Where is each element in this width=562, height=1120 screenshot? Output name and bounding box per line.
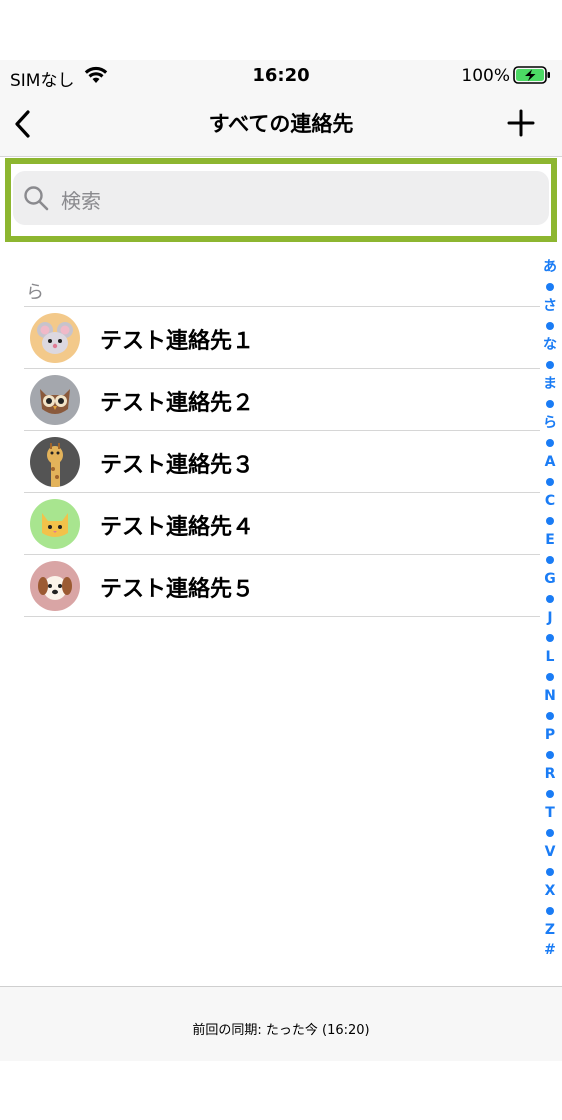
- index-letter[interactable]: G: [538, 570, 562, 590]
- giraffe-icon: [30, 437, 80, 487]
- back-button[interactable]: [10, 106, 38, 142]
- dot-icon: [546, 516, 554, 525]
- index-separator-dot[interactable]: [538, 824, 562, 844]
- index-letter[interactable]: V: [538, 843, 562, 863]
- dot-icon: [546, 672, 554, 681]
- index-separator-dot[interactable]: [538, 473, 562, 493]
- mouse-icon: [30, 313, 80, 363]
- search-input[interactable]: 検索: [13, 171, 549, 225]
- index-letter[interactable]: A: [538, 453, 562, 473]
- dot-icon: [546, 633, 554, 642]
- dot-icon: [546, 867, 554, 876]
- plus-icon: [507, 109, 535, 137]
- index-letter[interactable]: J: [538, 609, 562, 629]
- dot-icon: [546, 906, 554, 915]
- giraffe-avatar: [30, 437, 80, 487]
- section-index-bar[interactable]: あさなまら A C E G J L N P R T V X Z #: [538, 258, 562, 960]
- index-letter[interactable]: あ: [538, 258, 562, 278]
- contacts-screen: SIMなし 16:20 100% すべての連絡先 検索 ら テスト連絡先１ テス…: [0, 0, 562, 1120]
- index-letter[interactable]: さ: [538, 297, 562, 317]
- index-separator-dot[interactable]: [538, 863, 562, 883]
- index-letter[interactable]: な: [538, 336, 562, 356]
- contact-row[interactable]: テスト連絡先３: [0, 431, 540, 493]
- search-highlight-frame: 検索: [5, 158, 557, 242]
- index-letter[interactable]: R: [538, 765, 562, 785]
- dot-icon: [546, 789, 554, 798]
- contact-name: テスト連絡先３: [100, 453, 255, 478]
- index-separator-dot[interactable]: [538, 629, 562, 649]
- contact-name: テスト連絡先１: [100, 329, 255, 354]
- index-letter[interactable]: L: [538, 648, 562, 668]
- index-separator-dot[interactable]: [538, 278, 562, 298]
- battery-charging-icon: [513, 66, 550, 84]
- index-separator-dot[interactable]: [538, 746, 562, 766]
- contact-list: テスト連絡先１ テスト連絡先２ テスト連絡先３ テスト連絡先４ テスト連絡先５: [0, 307, 540, 617]
- last-sync-label: 前回の同期: たった今 (16:20): [192, 1023, 370, 1038]
- index-separator-dot[interactable]: [538, 785, 562, 805]
- top-blank-area: [0, 0, 562, 60]
- dog-avatar: [30, 561, 80, 611]
- navigation-bar: すべての連絡先: [0, 96, 562, 152]
- header-chrome: SIMなし 16:20 100% すべての連絡先: [0, 60, 562, 157]
- dot-icon: [546, 438, 554, 447]
- index-letter[interactable]: T: [538, 804, 562, 824]
- index-separator-dot[interactable]: [538, 512, 562, 532]
- index-letter[interactable]: N: [538, 687, 562, 707]
- dot-icon: [546, 555, 554, 564]
- status-bar: SIMなし 16:20 100%: [0, 60, 562, 92]
- index-letter[interactable]: P: [538, 726, 562, 746]
- contact-row[interactable]: テスト連絡先１: [0, 307, 540, 369]
- index-separator-dot[interactable]: [538, 395, 562, 415]
- add-contact-button[interactable]: [506, 108, 536, 138]
- section-header: ら: [26, 282, 44, 303]
- index-letter[interactable]: Z: [538, 921, 562, 941]
- dot-icon: [546, 477, 554, 486]
- cat-icon: [30, 499, 80, 549]
- index-separator-dot[interactable]: [538, 902, 562, 922]
- mouse-avatar: [30, 313, 80, 363]
- contact-name: テスト連絡先２: [100, 391, 255, 416]
- contact-name: テスト連絡先５: [100, 577, 255, 602]
- dog-icon: [30, 561, 80, 611]
- contact-name: テスト連絡先４: [100, 515, 255, 540]
- index-separator-dot[interactable]: [538, 668, 562, 688]
- owl-icon: [30, 375, 80, 425]
- dot-icon: [546, 750, 554, 759]
- index-letter[interactable]: ま: [538, 375, 562, 395]
- dot-icon: [546, 711, 554, 720]
- sync-footer: 前回の同期: たった今 (16:20): [0, 986, 562, 1061]
- index-separator-dot[interactable]: [538, 590, 562, 610]
- search-icon: [24, 186, 49, 211]
- owl-avatar: [30, 375, 80, 425]
- search-placeholder: 検索: [61, 189, 101, 213]
- index-separator-dot[interactable]: [538, 551, 562, 571]
- page-title: すべての連絡先: [208, 112, 354, 136]
- row-divider: [24, 616, 540, 617]
- dot-icon: [546, 360, 554, 369]
- contact-row[interactable]: テスト連絡先４: [0, 493, 540, 555]
- chevron-left-icon: [15, 110, 30, 138]
- index-letter[interactable]: ら: [538, 414, 562, 434]
- index-letter[interactable]: C: [538, 492, 562, 512]
- cat-avatar: [30, 499, 80, 549]
- index-separator-dot[interactable]: [538, 317, 562, 337]
- dot-icon: [546, 282, 554, 291]
- index-letter[interactable]: E: [538, 531, 562, 551]
- dot-icon: [546, 828, 554, 837]
- contact-row[interactable]: テスト連絡先５: [0, 555, 540, 617]
- battery-percent: 100%: [461, 66, 510, 86]
- dot-icon: [546, 594, 554, 603]
- dot-icon: [546, 321, 554, 330]
- dot-icon: [546, 399, 554, 408]
- index-letter[interactable]: X: [538, 882, 562, 902]
- index-separator-dot[interactable]: [538, 356, 562, 376]
- index-letter[interactable]: #: [538, 941, 562, 961]
- index-separator-dot[interactable]: [538, 707, 562, 727]
- contact-row[interactable]: テスト連絡先２: [0, 369, 540, 431]
- index-separator-dot[interactable]: [538, 434, 562, 454]
